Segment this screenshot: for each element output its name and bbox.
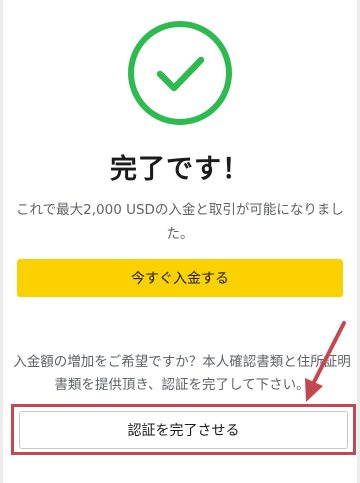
page-title: 完了です！ [110,154,250,185]
complete-verification-button[interactable]: 認証を完了させる [19,411,348,449]
deposit-now-button[interactable]: 今すぐ入金する [17,259,343,297]
completion-description: これで最大2,000 USDの入金と取引が可能になりました。 [16,202,344,242]
completion-card: 完了です！ これで最大2,000 USDの入金と取引が可能になりました。 今すぐ… [3,0,357,483]
verification-notice: 入金額の増加をご希望ですか？本人確認書類と住所証明書類を提供頂き、認証を完了して… [13,354,351,393]
check-circle-icon [128,21,232,125]
